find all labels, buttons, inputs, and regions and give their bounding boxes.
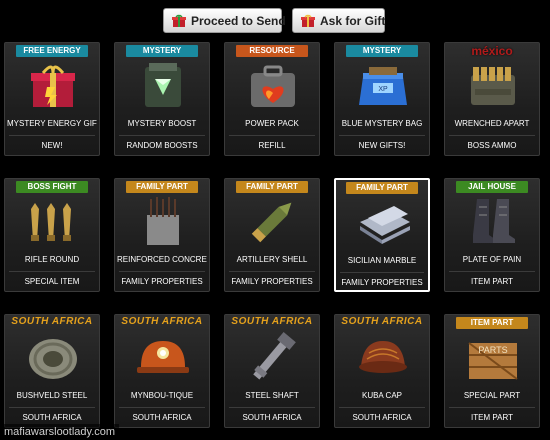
ask-for-gift-button[interactable]: Ask for Gift	[292, 8, 385, 33]
item-name: BUSHVELD STEEL	[16, 391, 88, 400]
toolbar: Proceed to Send Ask for Gift	[0, 0, 550, 40]
category-tag: FAMILY PART	[126, 181, 198, 193]
divider	[449, 135, 535, 136]
item-name: BLUE MYSTERY BAG	[341, 119, 423, 128]
item-name: POWER PACK	[245, 119, 299, 128]
divider	[9, 407, 95, 408]
category-tag: FREE ENERGY	[16, 45, 88, 57]
item-subtitle: SOUTH AFRICA	[132, 413, 192, 422]
category-tag: SOUTH AFRICA	[341, 316, 423, 327]
gift-card[interactable]: MYSTERY MYSTERY BOOST RANDOM BOOSTS	[114, 42, 210, 156]
item-subtitle: BOSS AMMO	[467, 141, 517, 150]
gift-card[interactable]: ITEM PART PARTS SPECIAL PART ITEM PART	[444, 314, 540, 428]
item-name: MYNBOU-TIQUE	[130, 391, 194, 400]
divider	[119, 407, 205, 408]
svg-text:XP: XP	[378, 86, 388, 93]
proceed-to-send-button[interactable]: Proceed to Send	[163, 8, 286, 33]
item-subtitle: SOUTH AFRICA	[352, 413, 412, 422]
item-name: MYSTERY ENERGY GIFT	[7, 119, 97, 128]
item-name: ARTILLERY SHELL	[236, 255, 308, 264]
gift-card[interactable]: SOUTH AFRICA KUBA CAP SOUTH AFRICA	[334, 314, 430, 428]
marble-slab-icon	[354, 196, 414, 248]
gift-box-icon	[23, 59, 83, 111]
gift-card[interactable]: RESOURCE POWER PACK REFILL	[224, 42, 320, 156]
item-name: WRENCHED APART	[454, 119, 530, 128]
gift-send-icon	[172, 14, 186, 28]
gift-card[interactable]: SOUTH AFRICA BUSHVELD STEEL SOUTH AFRICA	[4, 314, 100, 428]
category-tag: SOUTH AFRICA	[121, 316, 203, 327]
divider	[449, 271, 535, 272]
kuba-cap-icon	[353, 331, 413, 383]
boots-icon	[463, 195, 523, 247]
mystery-bag-icon: XP	[353, 59, 413, 111]
gift-card[interactable]: méxico WRENCHED APART BOSS AMMO	[444, 42, 540, 156]
steel-coil-icon	[23, 331, 83, 383]
item-subtitle: SPECIAL ITEM	[24, 277, 80, 286]
item-subtitle: FAMILY PROPERTIES	[341, 278, 423, 287]
category-tag: ITEM PART	[456, 317, 528, 329]
gift-card[interactable]: MYSTERY XP BLUE MYSTERY BAG NEW GIFTS!	[334, 42, 430, 156]
item-subtitle: RANDOM BOOSTS	[126, 141, 198, 150]
gift-ask-icon	[301, 14, 315, 28]
power-pack-icon	[243, 59, 303, 111]
divider	[340, 272, 424, 273]
proceed-to-send-label: Proceed to Send	[191, 13, 286, 28]
category-tag: RESOURCE	[236, 45, 308, 57]
gift-card[interactable]: SOUTH AFRICA STEEL SHAFT SOUTH AFRICA	[224, 314, 320, 428]
item-name: STEEL SHAFT	[245, 391, 299, 400]
divider	[119, 271, 205, 272]
item-subtitle: REFILL	[258, 141, 286, 150]
item-subtitle: NEW!	[41, 141, 63, 150]
miner-helmet-icon	[133, 331, 193, 383]
item-subtitle: ITEM PART	[471, 413, 513, 422]
item-subtitle: FAMILY PROPERTIES	[231, 277, 313, 286]
ammo-box-icon	[463, 59, 523, 111]
gift-card[interactable]: BOSS FIGHT RIFLE ROUND SPECIAL ITEM	[4, 178, 100, 292]
divider	[339, 135, 425, 136]
item-name: PLATE OF PAIN	[462, 255, 522, 264]
watermark: mafiawarslootlady.com	[0, 424, 120, 440]
item-name: MYSTERY BOOST	[127, 119, 197, 128]
item-subtitle: FAMILY PROPERTIES	[121, 277, 203, 286]
category-tag: SOUTH AFRICA	[231, 316, 313, 327]
category-tag: MYSTERY	[346, 45, 418, 57]
divider	[119, 135, 205, 136]
divider	[229, 135, 315, 136]
gift-card[interactable]: FREE ENERGY MYSTERY ENERGY GIFT NEW!	[4, 42, 100, 156]
steel-shaft-icon	[243, 331, 303, 383]
item-name: KUBA CAP	[361, 391, 402, 400]
category-tag: JAIL HOUSE	[456, 181, 528, 193]
concrete-block-icon	[133, 195, 193, 247]
rifle-round-icon	[23, 195, 83, 247]
artillery-shell-icon	[243, 195, 303, 247]
category-tag: BOSS FIGHT	[16, 181, 88, 193]
category-tag: MYSTERY	[126, 45, 198, 57]
item-subtitle: NEW GIFTS!	[358, 141, 406, 150]
category-tag: FAMILY PART	[346, 182, 418, 194]
item-name: SICILIAN MARBLE	[347, 256, 417, 265]
divider	[229, 407, 315, 408]
gift-card[interactable]: FAMILY PART REINFORCED CONCRETE FAMILY PRO…	[114, 178, 210, 292]
svg-text:PARTS: PARTS	[478, 345, 507, 355]
gift-card[interactable]: SOUTH AFRICA MYNBOU-TIQUE SOUTH AFRICA	[114, 314, 210, 428]
mystery-boost-icon	[133, 59, 193, 111]
divider	[449, 407, 535, 408]
gift-card[interactable]: FAMILY PART SICILIAN MARBLE FAMILY PROPERT…	[334, 178, 430, 292]
divider	[9, 271, 95, 272]
ask-for-gift-label: Ask for Gift	[320, 13, 386, 28]
gift-card[interactable]: FAMILY PART ARTILLERY SHELL FAMILY PROPERT…	[224, 178, 320, 292]
item-name: REINFORCED CONCRETE	[117, 255, 207, 264]
divider	[339, 407, 425, 408]
item-name: SPECIAL PART	[463, 391, 521, 400]
divider	[9, 135, 95, 136]
category-tag: FAMILY PART	[236, 181, 308, 193]
category-tag: SOUTH AFRICA	[11, 316, 93, 327]
gift-card[interactable]: JAIL HOUSE PLATE OF PAIN ITEM PART	[444, 178, 540, 292]
parts-crate-icon: PARTS	[463, 331, 523, 383]
divider	[229, 271, 315, 272]
category-tag: méxico	[471, 44, 513, 58]
item-name: RIFLE ROUND	[24, 255, 80, 264]
item-subtitle: SOUTH AFRICA	[242, 413, 302, 422]
item-subtitle: ITEM PART	[471, 277, 513, 286]
